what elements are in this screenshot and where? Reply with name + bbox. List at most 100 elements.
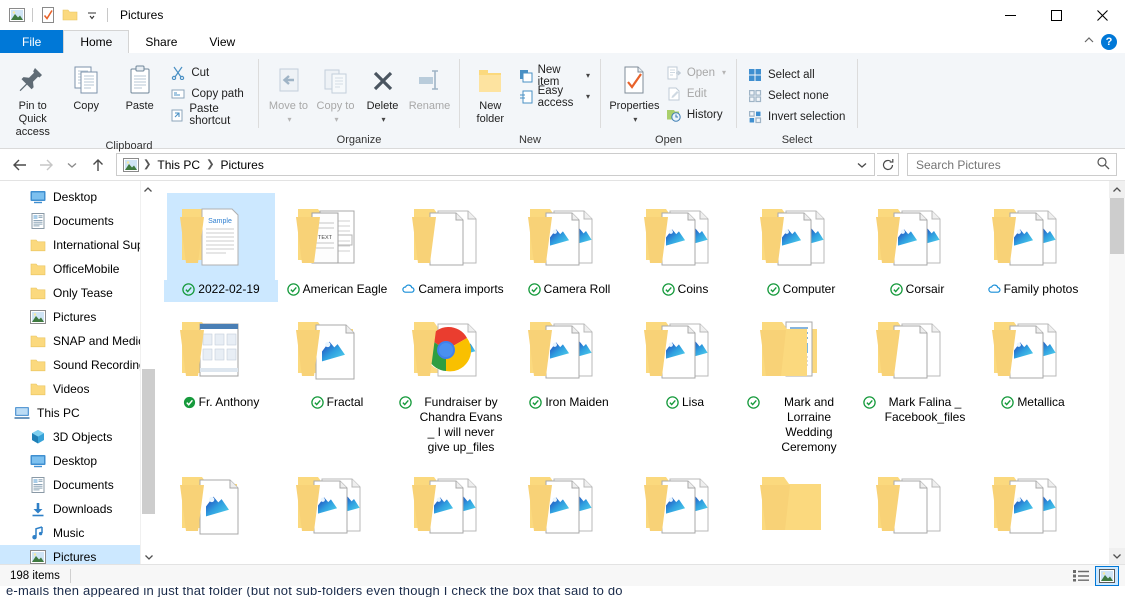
sidebar-item-pictures[interactable]: Pictures xyxy=(0,305,155,329)
sidebar-item-pictures[interactable]: Pictures xyxy=(0,545,155,564)
properties-button[interactable]: Properties ▾ xyxy=(607,59,662,126)
close-button[interactable] xyxy=(1079,0,1125,30)
pin-to-quick-access-button[interactable]: Pin to Quick access xyxy=(6,59,59,139)
sidebar-item-only-tease[interactable]: Only Tease xyxy=(0,281,155,305)
file-item[interactable]: Mark and Lorraine Wedding Ceremony xyxy=(743,302,859,457)
sidebar-item-desktop[interactable]: Desktop xyxy=(0,185,155,209)
file-item[interactable]: Metallica xyxy=(975,302,1091,457)
rename-button[interactable]: Rename xyxy=(406,59,453,113)
checkmark-doc-icon[interactable] xyxy=(37,4,59,26)
search-box[interactable] xyxy=(907,153,1117,176)
file-item[interactable]: Corsair xyxy=(859,189,975,302)
forward-button[interactable] xyxy=(34,153,58,177)
move-to-button[interactable]: Move to ▾ xyxy=(265,59,312,126)
file-item[interactable] xyxy=(743,457,859,552)
file-list-pane[interactable]: Sample 2022-02-19 TEXT American Eagle Cam… xyxy=(155,181,1125,564)
large-icons-view-button[interactable] xyxy=(1095,565,1119,586)
breadcrumb-separator[interactable]: ❯ xyxy=(205,159,215,170)
history-button[interactable]: History xyxy=(662,104,730,125)
copy-button[interactable]: Copy xyxy=(59,59,112,113)
sidebar-item-desktop[interactable]: Desktop xyxy=(0,449,155,473)
file-item[interactable]: Camera Roll xyxy=(511,189,627,302)
sidebar-item-snap-and-medic[interactable]: SNAP and Medic xyxy=(0,329,155,353)
file-item[interactable] xyxy=(975,457,1091,552)
paste-button[interactable]: Paste xyxy=(113,59,166,113)
file-item[interactable]: Fr. Anthony xyxy=(163,302,279,457)
folder-icon[interactable] xyxy=(59,4,81,26)
details-view-button[interactable] xyxy=(1069,566,1093,586)
file-item[interactable] xyxy=(395,457,511,552)
file-item[interactable]: Family photos xyxy=(975,189,1091,302)
file-item[interactable]: Mark Falina _ Facebook_files xyxy=(859,302,975,457)
maximize-button[interactable] xyxy=(1033,0,1079,30)
file-item[interactable]: Fractal xyxy=(279,302,395,457)
chevron-down-icon[interactable]: ▾ xyxy=(722,68,726,77)
sidebar-item-videos[interactable]: Videos xyxy=(0,377,155,401)
up-button[interactable] xyxy=(86,153,110,177)
chevron-down-icon[interactable]: ▾ xyxy=(381,113,385,126)
file-item[interactable] xyxy=(163,457,279,552)
file-item[interactable] xyxy=(627,457,743,552)
chevron-down-icon[interactable]: ▾ xyxy=(586,71,590,80)
file-item[interactable]: Sample 2022-02-19 xyxy=(163,189,279,302)
file-item[interactable]: Fundraiser by Chandra Evans _ I will nev… xyxy=(395,302,511,457)
tab-share[interactable]: Share xyxy=(129,30,193,53)
recent-locations-button[interactable] xyxy=(60,153,84,177)
file-item[interactable] xyxy=(279,457,395,552)
easy-access-button[interactable]: Easy access ▾ xyxy=(515,85,594,109)
sidebar-item-international-sup[interactable]: International Sup xyxy=(0,233,155,257)
nav-scrollbar[interactable] xyxy=(140,181,155,564)
file-item[interactable] xyxy=(859,457,975,552)
tab-file[interactable]: File xyxy=(0,30,64,53)
copy-to-button[interactable]: Copy to ▾ xyxy=(312,59,359,126)
content-scrollbar[interactable] xyxy=(1109,181,1125,564)
invert-selection-button[interactable]: Invert selection xyxy=(743,106,849,127)
chevron-down-icon[interactable]: ▾ xyxy=(334,113,338,126)
address-input[interactable]: ❯ This PC ❯ Pictures xyxy=(116,153,875,176)
minimize-button[interactable] xyxy=(987,0,1033,30)
sidebar-item-documents[interactable]: Documents xyxy=(0,473,155,497)
breadcrumb-separator[interactable]: ❯ xyxy=(142,159,152,170)
content-scroll-down-icon[interactable] xyxy=(1109,548,1125,564)
sidebar-item-3d-objects[interactable]: 3D Objects xyxy=(0,425,155,449)
nav-scroll-thumb[interactable] xyxy=(142,369,155,514)
file-item[interactable]: Iron Maiden xyxy=(511,302,627,457)
open-button[interactable]: Open ▾ xyxy=(662,62,730,83)
search-icon[interactable] xyxy=(1096,156,1110,173)
nav-scroll-down-icon[interactable] xyxy=(141,549,155,564)
pictures-icon[interactable] xyxy=(6,4,28,26)
edit-button[interactable]: Edit xyxy=(662,83,730,104)
refresh-button[interactable] xyxy=(877,153,899,176)
nav-scroll-up-icon[interactable] xyxy=(141,181,155,197)
breadcrumb-pictures[interactable]: Pictures xyxy=(215,158,268,172)
sidebar-item-downloads[interactable]: Downloads xyxy=(0,497,155,521)
new-folder-button[interactable]: New folder xyxy=(466,59,515,126)
content-scroll-thumb[interactable] xyxy=(1110,198,1124,254)
delete-button[interactable]: Delete ▾ xyxy=(359,59,406,126)
file-item[interactable] xyxy=(511,457,627,552)
copy-path-button[interactable]: Copy path xyxy=(166,83,252,104)
file-item[interactable]: Coins xyxy=(627,189,743,302)
file-item[interactable]: Computer xyxy=(743,189,859,302)
help-button[interactable]: ? xyxy=(1101,33,1117,50)
file-item[interactable]: TEXT American Eagle xyxy=(279,189,395,302)
sidebar-item-officemobile[interactable]: OfficeMobile xyxy=(0,257,155,281)
sidebar-item-sound-recording[interactable]: Sound Recording xyxy=(0,353,155,377)
chevron-down-icon[interactable]: ▾ xyxy=(287,113,291,126)
tab-home[interactable]: Home xyxy=(63,30,130,53)
sidebar-item-music[interactable]: Music xyxy=(0,521,155,545)
chevron-up-icon[interactable] xyxy=(1083,36,1095,47)
chevron-down-icon[interactable]: ▾ xyxy=(633,113,637,126)
address-dropdown-button[interactable] xyxy=(852,154,872,175)
cut-button[interactable]: Cut xyxy=(166,62,252,83)
tab-view[interactable]: View xyxy=(193,30,251,53)
search-input[interactable] xyxy=(914,156,1096,173)
select-none-button[interactable]: Select none xyxy=(743,85,849,106)
sidebar-item-documents[interactable]: Documents xyxy=(0,209,155,233)
breadcrumb-this-pc[interactable]: This PC xyxy=(152,158,205,172)
sidebar-item-this-pc[interactable]: This PC xyxy=(0,401,155,425)
chevron-down-icon[interactable]: ▾ xyxy=(586,92,590,101)
customize-dropdown-icon[interactable] xyxy=(81,4,103,26)
select-all-button[interactable]: Select all xyxy=(743,64,849,85)
back-button[interactable] xyxy=(8,153,32,177)
